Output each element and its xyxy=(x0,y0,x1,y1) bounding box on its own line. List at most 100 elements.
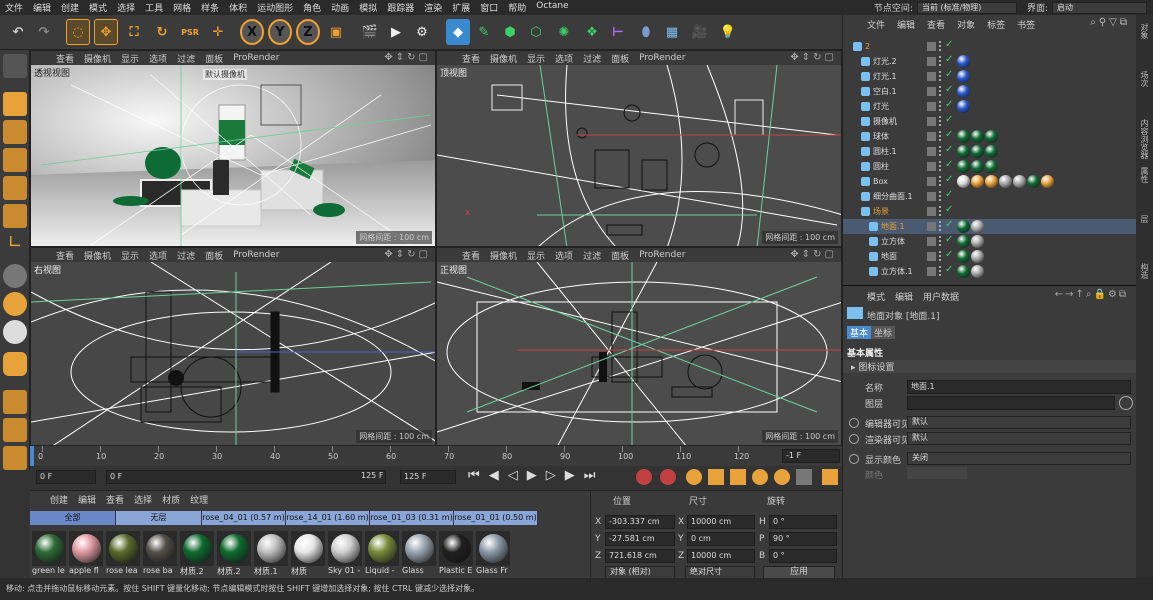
material-tag-icon[interactable] xyxy=(971,175,984,188)
visibility-toggle-icon[interactable] xyxy=(939,206,943,216)
object-row[interactable]: 灯光.2 ✓ xyxy=(843,54,1137,69)
enabled-check-icon[interactable]: ✓ xyxy=(945,159,953,170)
material-tag-icon[interactable] xyxy=(957,100,970,113)
menu-item[interactable]: 创建 xyxy=(56,1,84,14)
attr-menu-edit[interactable]: 编辑 xyxy=(895,290,913,303)
material-layer-tab[interactable]: 无层 xyxy=(116,511,202,525)
material-thumbnail[interactable] xyxy=(476,531,510,566)
record-icon[interactable] xyxy=(636,469,652,485)
menu-item[interactable]: 体积 xyxy=(224,1,252,14)
locked-workplane-icon[interactable] xyxy=(3,418,27,442)
material-tag-icon[interactable] xyxy=(957,250,970,263)
vp-menu-panel[interactable]: 面板 xyxy=(200,249,228,262)
menu-item[interactable]: 窗口 xyxy=(475,1,503,14)
dock-tab[interactable]: 属性 xyxy=(1139,167,1150,183)
camera-icon[interactable]: 🎥 xyxy=(688,19,712,45)
object-name[interactable]: 地面 xyxy=(881,251,897,262)
vp-menu-filter[interactable]: 过滤 xyxy=(578,52,606,65)
material-thumbnail[interactable] xyxy=(143,531,177,566)
menu-item[interactable]: 运动图形 xyxy=(252,1,298,14)
enabled-check-icon[interactable]: ✓ xyxy=(945,39,953,50)
object-name[interactable]: 圆柱 xyxy=(873,161,889,172)
dock-tab[interactable]: 内容浏览器 xyxy=(1139,119,1150,159)
end-frame-field[interactable]: 125 F xyxy=(400,470,456,484)
menu-item[interactable]: 跟踪器 xyxy=(382,1,419,14)
object-name[interactable]: 圆柱.1 xyxy=(873,146,897,157)
mat-menu-edit[interactable]: 编辑 xyxy=(78,493,96,506)
obj-menu-object[interactable]: 对象 xyxy=(957,18,975,31)
dock-tab[interactable]: 场次 xyxy=(1139,71,1150,87)
enabled-check-icon[interactable]: ✓ xyxy=(945,204,953,215)
viewport-nav-icons[interactable]: ✥⇕↻▢ xyxy=(384,249,431,260)
material-tag-icon[interactable] xyxy=(957,55,970,68)
dock-tab[interactable]: 构造 xyxy=(1139,263,1150,279)
material-tag-icon[interactable] xyxy=(957,130,970,143)
object-row[interactable]: 细分曲面.1 ✓ xyxy=(843,189,1137,204)
make-editable-icon[interactable] xyxy=(3,54,27,78)
key-position-icon[interactable] xyxy=(708,469,724,485)
layer-swatch-icon[interactable] xyxy=(927,147,936,156)
auto-key-icon[interactable] xyxy=(660,469,676,485)
display-color-anim-icon[interactable] xyxy=(849,454,859,464)
material-layer-tab[interactable]: rose_04_01 (0.57 m) xyxy=(202,511,286,525)
object-row[interactable]: 场景 ✓ xyxy=(843,204,1137,219)
viewport-top[interactable]: 查看 摄像机 显示 选项 过滤 面板 ProRender ✥⇕↻▢ x 顶视图 … xyxy=(436,50,842,247)
material-thumbnail[interactable] xyxy=(217,531,251,566)
move-icon[interactable]: ✥ xyxy=(94,19,118,45)
viewport-nav-icons[interactable]: ✥⇕↻▢ xyxy=(384,52,431,63)
object-name[interactable]: 地面.1 xyxy=(881,221,905,232)
visibility-toggle-icon[interactable] xyxy=(939,71,943,81)
object-row[interactable]: 地面 ✓ xyxy=(843,249,1137,264)
material-tag-icon[interactable] xyxy=(957,160,970,173)
object-row[interactable]: 灯光.1 ✓ xyxy=(843,69,1137,84)
object-name[interactable]: 场景 xyxy=(873,206,889,217)
menu-item[interactable]: 工具 xyxy=(140,1,168,14)
material-tag-icon[interactable] xyxy=(971,235,984,248)
z-axis-icon[interactable]: Z xyxy=(296,19,320,45)
attribute-nav-icons[interactable]: ←→↑⌕🔒⚙⧉ xyxy=(1055,289,1128,300)
edges-mode-icon[interactable] xyxy=(3,176,27,200)
material-tag-icon[interactable] xyxy=(1027,175,1040,188)
visibility-toggle-icon[interactable] xyxy=(939,131,943,141)
object-row[interactable]: 立方体.1 ✓ xyxy=(843,264,1137,279)
vp-menu-camera[interactable]: 摄像机 xyxy=(485,249,522,262)
object-row[interactable]: 球体 ✓ xyxy=(843,129,1137,144)
object-name[interactable]: 灯光 xyxy=(873,101,889,112)
generator-icon[interactable]: ❖ xyxy=(580,19,604,45)
layer-swatch-icon[interactable] xyxy=(927,72,936,81)
timeline-window-icon[interactable] xyxy=(822,469,838,485)
material-layer-tab[interactable]: 全部 xyxy=(30,511,116,525)
enabled-check-icon[interactable]: ✓ xyxy=(945,219,953,230)
keyframe-selection-icon[interactable] xyxy=(686,469,702,485)
vp-menu-prorender[interactable]: ProRender xyxy=(228,53,284,63)
material-tag-icon[interactable] xyxy=(971,220,984,233)
undo-icon[interactable]: ↶ xyxy=(6,19,30,45)
visibility-toggle-icon[interactable] xyxy=(939,221,943,231)
display-color-dropdown[interactable]: 关闭 xyxy=(907,452,1131,465)
enabled-check-icon[interactable]: ✓ xyxy=(945,264,953,275)
vp-menu-options[interactable]: 选项 xyxy=(144,249,172,262)
render-visible-dropdown[interactable]: 默认 xyxy=(907,432,1131,445)
tab-coordinates[interactable]: 坐标 xyxy=(871,326,896,339)
mat-menu-texture[interactable]: 纹理 xyxy=(190,493,208,506)
object-name[interactable]: 立方体 xyxy=(881,236,905,247)
enabled-check-icon[interactable]: ✓ xyxy=(945,189,953,200)
obj-menu-tags[interactable]: 标签 xyxy=(987,18,1005,31)
key-scale-icon[interactable] xyxy=(730,469,746,485)
model-mode-icon[interactable] xyxy=(3,92,27,116)
material-tag-icon[interactable] xyxy=(985,145,998,158)
menu-item[interactable]: 编辑 xyxy=(28,1,56,14)
material-tag-icon[interactable] xyxy=(971,130,984,143)
mat-menu-create[interactable]: 创建 xyxy=(50,493,68,506)
cloner-icon[interactable]: ⬡ xyxy=(524,19,548,45)
layer-swatch-icon[interactable] xyxy=(927,222,936,231)
material-thumbnail[interactable] xyxy=(69,531,103,566)
y-axis-icon[interactable]: Y xyxy=(268,19,292,45)
render-view-icon[interactable]: ▶ xyxy=(384,19,408,45)
material-tag-icon[interactable] xyxy=(957,70,970,83)
magnet-icon[interactable] xyxy=(3,352,27,376)
material-tag-icon[interactable] xyxy=(957,235,970,248)
object-row[interactable]: 地面.1 ✓ xyxy=(843,219,1137,234)
dock-tab[interactable]: 层 xyxy=(1139,215,1150,223)
menu-item[interactable]: 模式 xyxy=(84,1,112,14)
